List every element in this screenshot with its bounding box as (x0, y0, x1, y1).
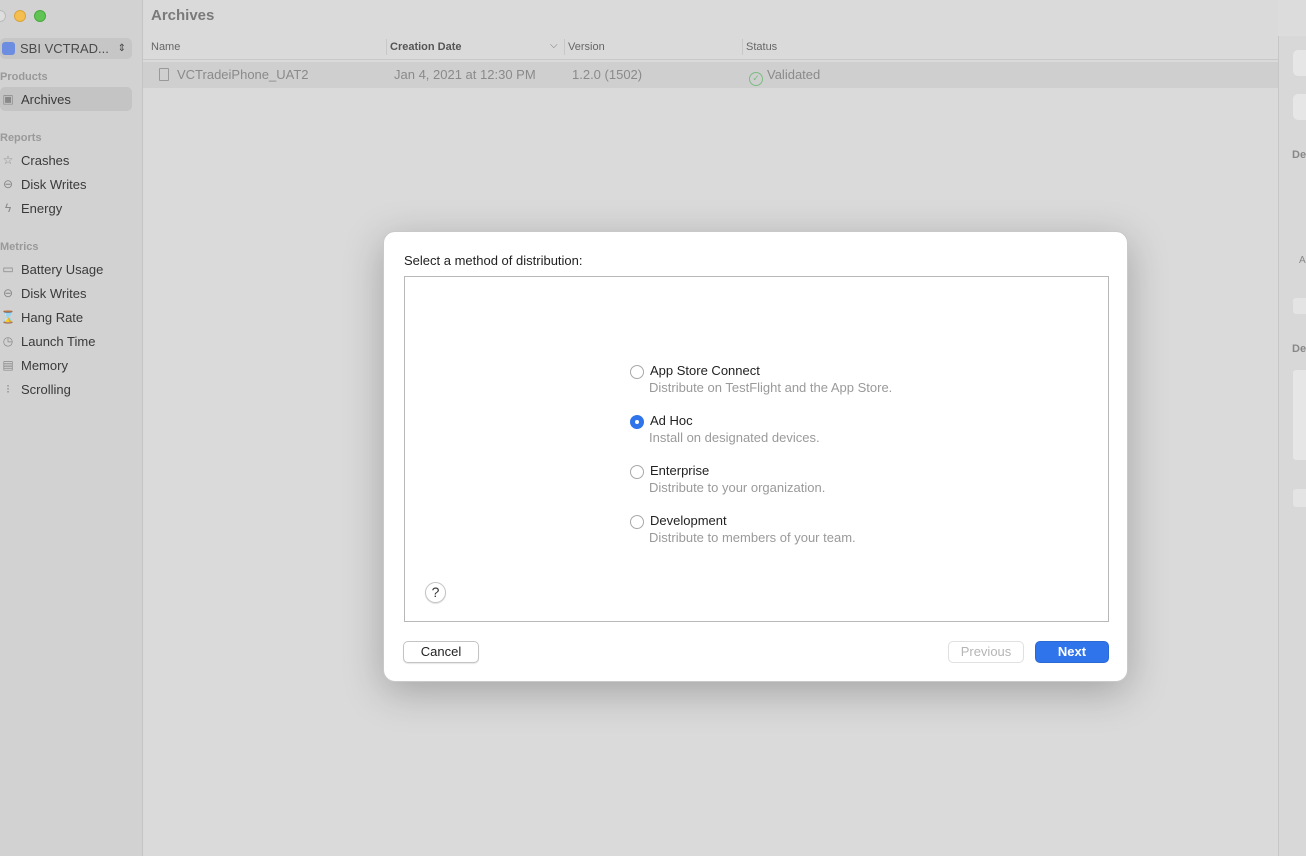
window-controls (0, 10, 46, 22)
option-title: Development (650, 513, 727, 528)
sidebar-item-launch-time[interactable]: ◷ Launch Time (0, 329, 132, 353)
sidebar-item-archives[interactable]: ▣ Archives (0, 87, 132, 111)
sidebar-item-label: Crashes (21, 152, 70, 168)
updown-chevron-icon: ⇕ (117, 43, 126, 54)
sidebar-item-label: Disk Writes (21, 285, 87, 301)
scroll-icon: ⁝ (6, 382, 10, 396)
memory-chip-icon: ▤ (2, 358, 14, 372)
option-description: Distribute on TestFlight and the App Sto… (649, 380, 893, 395)
archive-name-cell: VCTradeiPhone_UAT2 (159, 67, 309, 82)
sidebar-item-label: Scrolling (21, 381, 71, 397)
table-header: Name Creation Date ⌵ Version Status (143, 36, 1278, 60)
minimize-window-button[interactable] (14, 10, 26, 22)
app-icon (2, 42, 15, 55)
page-title: Archives (151, 7, 215, 24)
inspector-label-1: De (1292, 149, 1306, 161)
sidebar-item-label: Hang Rate (21, 309, 84, 325)
inspector-label-small: A (1299, 255, 1306, 266)
column-separator (564, 39, 565, 55)
section-metrics: Metrics (0, 241, 39, 253)
archive-file-icon (159, 68, 169, 81)
column-separator (386, 39, 387, 55)
inspector-field-2[interactable] (1293, 489, 1306, 507)
star-icon: ☆ (2, 153, 14, 167)
sidebar: SBI VCTRAD... ⇕ Products ▣ Archives Repo… (0, 0, 143, 856)
column-header-name[interactable]: Name (151, 41, 180, 53)
radio-ad-hoc[interactable] (630, 415, 644, 429)
battery-icon: ▭ (2, 262, 14, 276)
column-separator (742, 39, 743, 55)
sidebar-item-disk-writes-reports[interactable]: ⊖ Disk Writes (0, 172, 132, 196)
status-badge: Validated (767, 67, 821, 82)
app-selector-label: SBI VCTRAD... (20, 41, 109, 56)
option-description: Distribute to your organization. (649, 480, 826, 495)
sidebar-item-scrolling[interactable]: ⁝ Scrolling (0, 377, 132, 401)
archive-icon: ▣ (2, 92, 14, 106)
version-cell: 1.2.0 (1502) (572, 67, 643, 82)
inspector-button-2[interactable] (1293, 94, 1306, 120)
sidebar-item-label: Disk Writes (21, 176, 87, 192)
creation-date-cell: Jan 4, 2021 at 12:30 PM (394, 67, 536, 82)
sidebar-item-label: Energy (21, 200, 63, 216)
status-cell: ✓ Validated (749, 67, 820, 86)
sidebar-item-label: Archives (21, 91, 71, 107)
archive-name: VCTradeiPhone_UAT2 (177, 67, 309, 82)
section-reports: Reports (0, 132, 42, 144)
clock-icon: ◷ (2, 334, 14, 348)
close-window-button[interactable] (0, 10, 6, 22)
checkmark-circle-icon: ✓ (749, 72, 763, 86)
radio-app-store-connect[interactable] (630, 365, 644, 379)
inspector-text-area[interactable] (1293, 370, 1306, 460)
sidebar-item-hang-rate[interactable]: ⌛ Hang Rate (0, 305, 132, 329)
distribution-options-box: App Store Connect Distribute on TestFlig… (404, 276, 1109, 622)
option-description: Install on designated devices. (649, 430, 820, 445)
hourglass-icon: ⌛ (0, 310, 16, 324)
column-header-creation-date[interactable]: Creation Date (390, 41, 462, 53)
sidebar-item-crashes[interactable]: ☆ Crashes (0, 148, 132, 172)
zoom-window-button[interactable] (34, 10, 46, 22)
bolt-icon: ϟ (4, 201, 12, 215)
sort-chevron-down-icon: ⌵ (550, 40, 558, 51)
sidebar-item-label: Launch Time (21, 333, 96, 349)
sidebar-item-energy[interactable]: ϟ Energy (0, 196, 132, 220)
radio-enterprise[interactable] (630, 465, 644, 479)
app-selector[interactable]: SBI VCTRAD... ⇕ (0, 38, 132, 59)
inspector-label-2: De (1292, 343, 1306, 355)
column-header-version[interactable]: Version (568, 41, 605, 53)
sidebar-item-label: Battery Usage (21, 261, 104, 277)
sidebar-item-battery-usage[interactable]: ▭ Battery Usage (0, 257, 132, 281)
dialog-title: Select a method of distribution: (404, 253, 583, 268)
option-description: Distribute to members of your team. (649, 530, 856, 545)
option-title: App Store Connect (650, 363, 760, 378)
cancel-button[interactable]: Cancel (403, 641, 479, 663)
sidebar-item-memory[interactable]: ▤ Memory (0, 353, 132, 377)
option-title: Ad Hoc (650, 413, 693, 428)
column-header-status[interactable]: Status (746, 41, 777, 53)
disk-icon: ⊖ (2, 286, 14, 300)
sidebar-item-label: Memory (21, 357, 68, 373)
distribution-dialog: Select a method of distribution: App Sto… (383, 231, 1128, 682)
disk-icon: ⊖ (2, 177, 14, 191)
sidebar-item-disk-writes-metrics[interactable]: ⊖ Disk Writes (0, 281, 132, 305)
inspector-button-1[interactable] (1293, 50, 1306, 76)
option-title: Enterprise (650, 463, 710, 478)
radio-development[interactable] (630, 515, 644, 529)
help-button[interactable]: ? (425, 582, 446, 603)
previous-button[interactable]: Previous (948, 641, 1024, 663)
inspector-field[interactable] (1293, 298, 1306, 314)
inspector-panel: De A De (1278, 36, 1306, 856)
next-button[interactable]: Next (1035, 641, 1109, 663)
table-row[interactable]: VCTradeiPhone_UAT2 Jan 4, 2021 at 12:30 … (143, 62, 1278, 88)
section-products: Products (0, 71, 48, 83)
